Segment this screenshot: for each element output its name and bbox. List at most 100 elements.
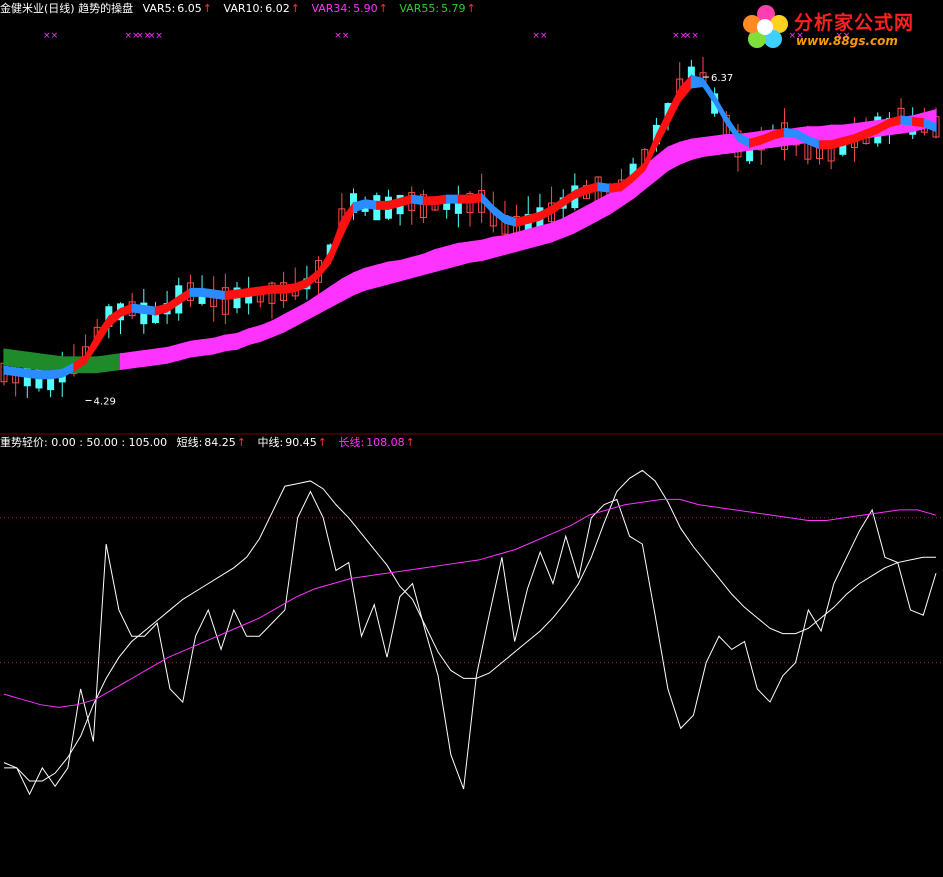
long-term-ribbon	[271, 313, 285, 338]
short-term-ribbon	[422, 196, 436, 206]
indicator-panel-header: 重势轻价: 0.00 : 50.00 : 105.00 短线: 84.25↑ 中线…	[0, 436, 423, 450]
long-term-ribbon	[15, 350, 28, 369]
short-term-ribbon	[294, 278, 308, 293]
short-term-ribbon	[376, 200, 390, 210]
long-term-ribbon	[154, 346, 168, 366]
indicator-line-long	[3, 498, 937, 708]
var55-arrow-icon: ↑	[466, 2, 476, 15]
long-term-ribbon	[504, 231, 518, 256]
reference-dotted-lines	[0, 517, 943, 664]
long-line-value: 108.08	[366, 436, 405, 449]
long-term-ribbon	[143, 348, 157, 367]
long-term-ribbon	[446, 242, 459, 270]
indicator-lines	[3, 469, 937, 796]
long-term-ribbon	[38, 353, 52, 372]
var34-label: VAR34:	[311, 2, 352, 15]
short-term-ribbon	[457, 194, 471, 204]
var5-arrow-icon: ↑	[202, 2, 213, 15]
long-term-ribbon	[131, 350, 145, 369]
long-term-ribbon	[96, 354, 110, 374]
short-term-ribbon	[609, 182, 623, 193]
candlesticks	[0, 56, 940, 398]
short-term-ribbon	[597, 182, 611, 193]
var5-label: VAR5:	[142, 2, 176, 15]
short-term-ribbon	[469, 192, 483, 204]
long-term-ribbon	[364, 264, 378, 291]
long-term-ribbon	[714, 133, 727, 156]
chart-stage: ×× ×× ×× ×× ×× ×× ×× ×× ×× ×× 6.37 4.29 金健米业(日线) 趋…	[0, 0, 943, 873]
long-term-ribbon	[655, 145, 669, 181]
long-term-ribbon	[352, 267, 366, 296]
long-term-ribbon	[434, 245, 448, 273]
long-term-ribbon	[574, 205, 588, 234]
signal-marker: ××	[43, 31, 58, 41]
flower-logo-icon	[743, 5, 788, 48]
signal-marker: ××	[148, 31, 163, 41]
long-term-ribbon	[387, 259, 401, 285]
candle	[408, 186, 416, 225]
short-term-ribbon	[306, 268, 320, 289]
short-term-ribbon	[900, 115, 914, 126]
long-term-ribbon	[283, 307, 296, 334]
long-term-ribbon	[306, 293, 320, 321]
short-term-ribbon	[317, 249, 331, 280]
long-term-ribbon	[329, 278, 343, 309]
short-term-ribbon	[248, 286, 261, 297]
short-term-ribbon	[201, 287, 215, 299]
long-term-ribbon	[539, 222, 553, 246]
long-term-ribbon	[690, 137, 704, 161]
short-term-ribbon	[131, 303, 145, 315]
short-term-ribbon	[912, 116, 925, 128]
long-term-ribbon	[259, 320, 273, 343]
short-term-ribbon	[585, 182, 599, 195]
site-logo: 分析家公式网 www.88gs.com	[740, 2, 940, 52]
long-term-ribbon	[527, 225, 541, 249]
var10-value: 6.02	[265, 2, 290, 15]
short-term-ribbon	[189, 287, 203, 297]
signal-marker: ××	[684, 31, 699, 41]
candle	[210, 276, 218, 322]
short-term-ribbon	[364, 199, 378, 210]
long-term-ribbon	[422, 248, 436, 276]
long-arrow-icon: ↑	[405, 436, 415, 449]
long-term-ribbon	[597, 192, 611, 222]
long-term-ribbon	[457, 241, 471, 266]
signal-marker: ××	[532, 31, 547, 41]
short-term-ribbon	[49, 368, 63, 380]
long-line-label: 长线:	[338, 436, 365, 449]
mid-arrow-icon: ↑	[317, 436, 327, 449]
short-arrow-icon: ↑	[236, 436, 247, 449]
long-term-ribbon	[248, 325, 261, 346]
short-term-ribbon	[481, 192, 494, 216]
long-term-ribbon	[3, 348, 17, 367]
short-term-ribbon	[26, 368, 40, 380]
short-line-value: 84.25	[204, 436, 236, 449]
var55-value: 5.79	[441, 2, 466, 15]
short-term-ribbon	[783, 127, 797, 139]
long-term-ribbon	[341, 271, 355, 302]
mid-line-label: 中线:	[257, 436, 284, 449]
var5-value: 6.05	[177, 2, 202, 15]
annotation-label: 6.37	[711, 73, 733, 84]
long-term-ribbon	[411, 253, 424, 279]
long-term-ribbon	[294, 301, 308, 327]
short-term-ribbon	[818, 140, 832, 150]
short-term-ribbon	[143, 304, 157, 316]
long-term-ribbon	[481, 236, 494, 262]
mid-line-value: 90.45	[285, 436, 317, 449]
long-term-ribbon	[562, 211, 576, 239]
long-term-ribbon	[213, 334, 226, 355]
short-term-ribbon	[341, 201, 355, 238]
short-line-label: 短线:	[176, 436, 203, 449]
long-term-ribbon	[585, 198, 599, 228]
var34-value: 5.90	[353, 2, 378, 15]
short-term-ribbon	[690, 74, 704, 89]
long-term-ribbon	[201, 337, 215, 357]
long-term-ribbon	[119, 351, 133, 371]
short-term-ribbon	[411, 194, 424, 206]
indicator-line-short	[4, 490, 937, 796]
long-term-ribbon	[224, 332, 238, 352]
logo-url: www.88gs.com	[796, 34, 898, 48]
signal-markers: ×× ×××××× ×× ×× ×××× ×× ××	[43, 31, 850, 41]
long-term-ribbon	[667, 141, 681, 172]
